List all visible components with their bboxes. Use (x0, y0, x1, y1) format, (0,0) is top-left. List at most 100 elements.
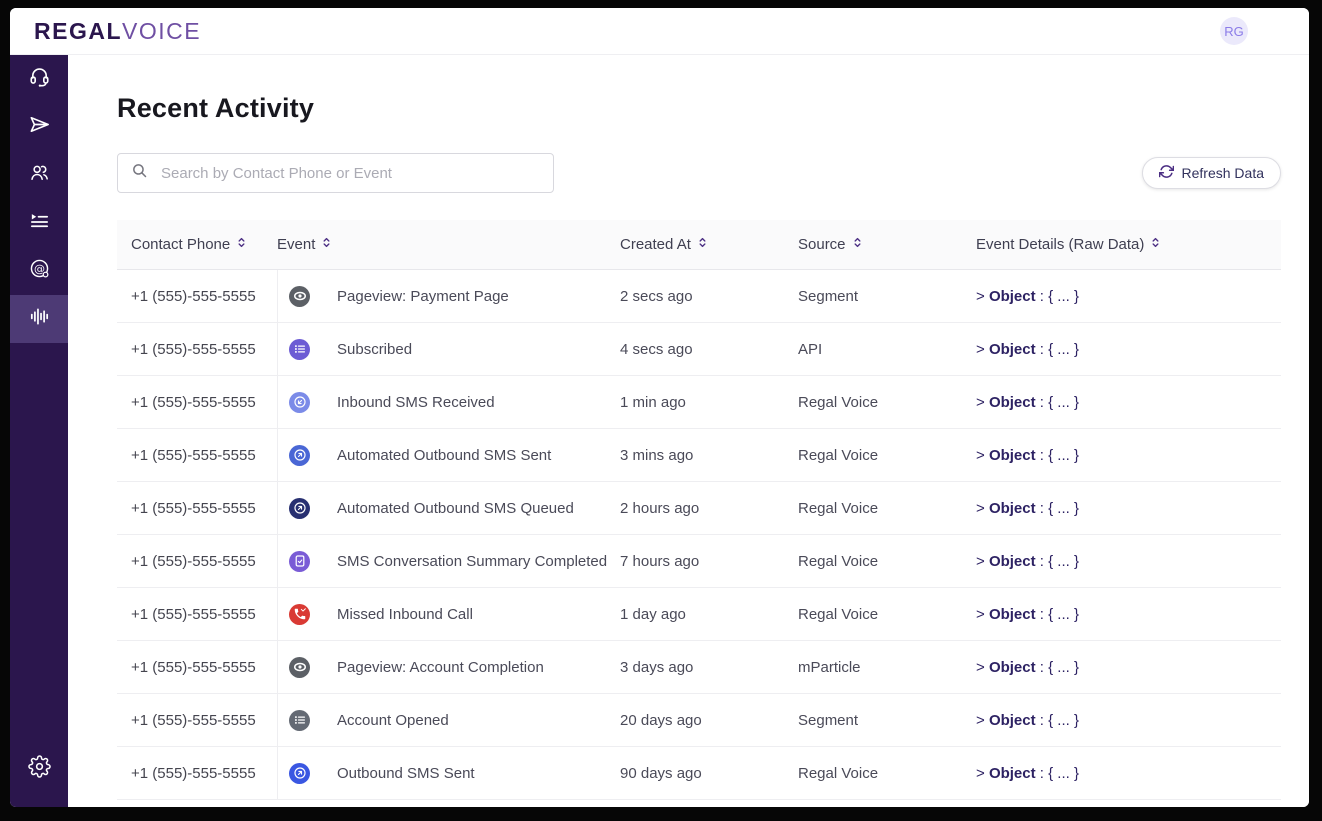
column-header-created-at[interactable]: Created At (620, 236, 798, 253)
logo-regal: REGAL (34, 17, 122, 44)
event-details-expander[interactable]: > Object : { ... } (976, 394, 1281, 411)
table-row: +1 (555)-555-5555 SMS Conversation Summa… (117, 535, 1281, 588)
sms-outbound-icon (289, 497, 310, 519)
created-at-cell: 20 days ago (620, 711, 702, 729)
column-header-label: Contact Phone (131, 236, 231, 253)
event-icon-cell (277, 376, 321, 428)
refresh-data-button[interactable]: Refresh Data (1141, 157, 1281, 189)
contact-phone-cell: +1 (555)-555-5555 (131, 393, 256, 411)
expander-chevron: > (976, 446, 989, 464)
expander-chevron: > (976, 393, 989, 411)
contact-phone-cell: +1 (555)-555-5555 (131, 340, 256, 358)
refresh-icon (1158, 164, 1174, 182)
user-avatar[interactable]: RG (1220, 17, 1248, 45)
table-row: +1 (555)-555-5555 Account Opened 20 days… (117, 694, 1281, 747)
playlist-icon (28, 209, 51, 237)
object-label: Object (988, 287, 1036, 305)
event-details-expander[interactable]: > Object : { ... } (976, 553, 1281, 570)
event-icon-cell (277, 694, 321, 746)
event-name-cell: Pageview: Payment Page (337, 287, 509, 305)
column-header-label: Event (277, 236, 316, 253)
table-row: +1 (555)-555-5555 Inbound SMS Received 1… (117, 376, 1281, 429)
gear-icon (27, 755, 51, 783)
contact-phone-cell: +1 (555)-555-5555 (131, 552, 256, 570)
event-details-expander[interactable]: > Object : { ... } (976, 659, 1281, 676)
column-header-event[interactable]: Event (277, 236, 620, 253)
object-label: Object (988, 605, 1036, 623)
created-at-cell: 3 days ago (620, 658, 694, 676)
event-details-expander[interactable]: > Object : { ... } (976, 500, 1281, 517)
pageview-eye-icon (289, 285, 310, 307)
event-name-cell: Account Opened (337, 711, 449, 729)
object-preview: : { ... } (1035, 605, 1079, 623)
sort-icon (322, 236, 331, 253)
expander-chevron: > (976, 340, 989, 358)
source-cell: Regal Voice (798, 605, 879, 623)
sidebar-item-waveform[interactable] (10, 295, 68, 343)
column-header-contact-phone[interactable]: Contact Phone (117, 236, 277, 253)
object-preview: : { ... } (1035, 658, 1079, 676)
expander-chevron: > (976, 764, 989, 782)
event-details-expander[interactable]: > Object : { ... } (976, 606, 1281, 623)
event-name-cell: Automated Outbound SMS Queued (337, 499, 574, 517)
event-icon-cell (277, 270, 321, 322)
expander-chevron: > (976, 287, 989, 305)
event-icon-cell (277, 641, 321, 693)
search-input[interactable] (159, 163, 540, 183)
contact-phone-cell: +1 (555)-555-5555 (131, 658, 256, 676)
object-label: Object (988, 499, 1036, 517)
column-header-label: Event Details (Raw Data) (976, 236, 1145, 253)
pageview-eye-icon (289, 656, 310, 678)
table-row: +1 (555)-555-5555 Missed Inbound Call 1 … (117, 588, 1281, 641)
event-details-expander[interactable]: > Object : { ... } (976, 447, 1281, 464)
sort-icon (237, 236, 246, 253)
event-details-expander[interactable]: > Object : { ... } (976, 765, 1281, 782)
source-cell: Regal Voice (798, 393, 879, 411)
column-header-source[interactable]: Source (798, 236, 976, 253)
object-label: Object (988, 711, 1036, 729)
created-at-cell: 90 days ago (620, 764, 702, 782)
event-details-expander[interactable]: > Object : { ... } (976, 288, 1281, 305)
event-name-cell: Subscribed (337, 340, 413, 358)
sidebar-item-at-target[interactable]: @ (10, 247, 68, 295)
headset-icon (28, 65, 51, 93)
object-preview: : { ... } (1035, 446, 1079, 464)
object-preview: : { ... } (1035, 499, 1079, 517)
source-cell: mParticle (798, 658, 861, 676)
object-preview: : { ... } (1035, 711, 1079, 729)
logo-voice: VOICE (122, 17, 202, 44)
search-box[interactable] (117, 153, 554, 193)
table-header-row: Contact Phone Event Created At Source Ev… (117, 220, 1281, 270)
main-content: Recent Activity Refresh Data Contact Pho… (68, 55, 1309, 807)
missed-call-icon (289, 603, 310, 625)
object-label: Object (988, 393, 1036, 411)
sidebar-item-headset[interactable] (10, 55, 68, 103)
sidebar-item-playlist[interactable] (10, 199, 68, 247)
created-at-cell: 7 hours ago (620, 552, 700, 570)
table-body: +1 (555)-555-5555 Pageview: Payment Page… (117, 270, 1281, 800)
sort-icon (698, 236, 707, 253)
sidebar-item-send[interactable] (10, 103, 68, 151)
people-icon (28, 161, 51, 189)
contact-phone-cell: +1 (555)-555-5555 (131, 764, 256, 782)
event-details-expander[interactable]: > Object : { ... } (976, 341, 1281, 358)
sidebar-item-settings[interactable] (10, 745, 68, 793)
source-cell: Segment (798, 287, 859, 305)
event-name-cell: Missed Inbound Call (337, 605, 473, 623)
contact-phone-cell: +1 (555)-555-5555 (131, 446, 256, 464)
controls-row: Refresh Data (117, 153, 1281, 193)
event-icon-cell (277, 535, 321, 587)
sidebar-item-people[interactable] (10, 151, 68, 199)
expander-chevron: > (976, 605, 989, 623)
event-icon-cell (277, 482, 321, 534)
created-at-cell: 2 secs ago (620, 287, 693, 305)
event-icon-cell (277, 429, 321, 481)
event-details-expander[interactable]: > Object : { ... } (976, 712, 1281, 729)
screen-frame: REGALVOICE RG @ Recent Activity Search b… (0, 0, 1322, 821)
created-at-cell: 1 day ago (620, 605, 686, 623)
object-label: Object (988, 658, 1036, 676)
column-header-label: Created At (620, 236, 691, 253)
search-icon (131, 162, 148, 184)
source-cell: API (798, 340, 823, 358)
column-header-event-details-raw-data-[interactable]: Event Details (Raw Data) (976, 236, 1281, 253)
